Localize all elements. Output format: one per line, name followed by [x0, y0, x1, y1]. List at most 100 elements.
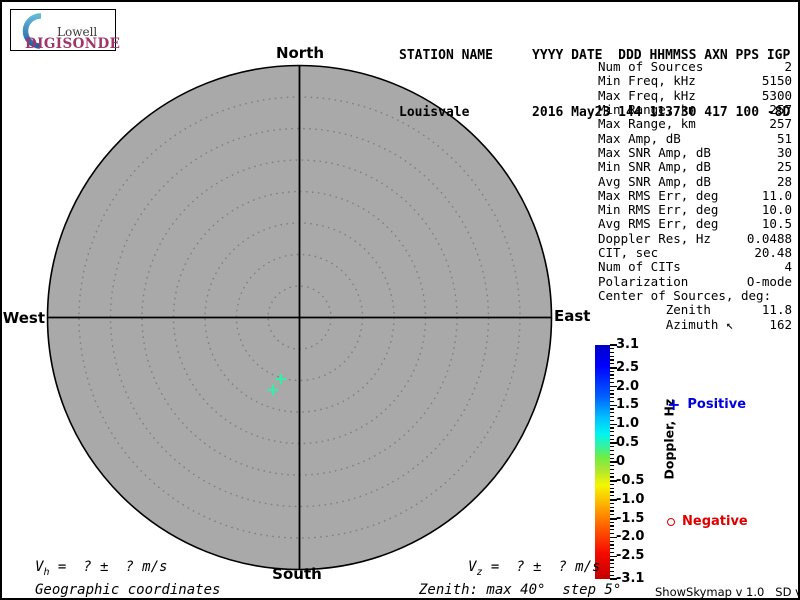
colorbar-label: 0.5 — [616, 435, 640, 451]
colorbar-tick — [610, 453, 614, 455]
colorbar-tick — [610, 389, 614, 391]
colorbar-tick — [610, 566, 614, 569]
compass-east-label: East — [554, 307, 591, 325]
colorbar-tick — [610, 487, 614, 489]
stat-value: 11.0 — [761, 187, 792, 203]
colorbar-tick — [610, 574, 614, 576]
stat-label: Avg RMS Err, deg — [598, 216, 719, 232]
colorbar-tick — [610, 559, 614, 561]
stat-value: 25 — [776, 159, 792, 175]
stat-value: 257 — [769, 116, 792, 132]
colorbar-tick — [610, 382, 614, 384]
colorbar-label: -1.0 — [616, 491, 645, 507]
stat-label: Num of Sources — [598, 59, 704, 74]
app-window: Lowell DIGISONDE STATION NAME YYYY DATE … — [0, 0, 800, 600]
colorbar-tick — [610, 457, 614, 459]
stat-label: Max RMS Err, deg — [598, 187, 719, 203]
stat-row: Min SNR Amp, dB 25 — [598, 159, 792, 175]
stat-row: Max Range, km 257 — [598, 116, 792, 132]
colorbar-tick — [610, 468, 614, 471]
colorbar-tick — [610, 370, 614, 372]
stat-value: 4 — [784, 259, 792, 275]
colorbar-tick — [610, 393, 614, 395]
colorbar-gradient — [595, 345, 610, 579]
stat-value: 5300 — [761, 87, 792, 103]
stat-row: Avg SNR Amp, dB 28 — [598, 173, 792, 189]
stat-label: Max Amp, dB — [598, 130, 681, 146]
lowell-digisonde-logo: Lowell DIGISONDE — [10, 9, 120, 52]
stat-label: Zenith — [598, 302, 711, 318]
colorbar-tick — [610, 438, 614, 440]
colorbar-tick — [610, 408, 614, 410]
stat-label: Center of Sources, deg: — [598, 288, 772, 303]
colorbar-tick — [610, 563, 614, 565]
stat-row: Max SNR Amp, dB 30 — [598, 144, 792, 160]
app-version-text: ShowSkymap v 1.0 SD v 5.1 — [655, 585, 798, 599]
colorbar-tick — [610, 446, 614, 448]
colorbar-tick — [610, 434, 614, 437]
colorbar-label: -1.5 — [616, 510, 645, 526]
colorbar-tick — [610, 540, 614, 542]
compass-north-label: North — [275, 44, 325, 62]
colorbar-labels: 3.1 2.5 2.0 1.5 1.0 0.5 0 -0.5 -1.0 -1.5 -2.0 -2.5-… — [616, 337, 656, 586]
stat-row: Num of CITs 4 — [598, 259, 792, 275]
colorbar-label: -2.0 — [616, 529, 645, 545]
colorbar-tick — [610, 348, 614, 350]
coordinates-note: Geographic coordinates — [35, 582, 221, 598]
stat-label: Max SNR Amp, dB — [598, 144, 711, 160]
colorbar-tick — [610, 416, 614, 418]
legend-positive: + Positive — [667, 394, 747, 414]
colorbar-label: 3.1 — [616, 337, 640, 352]
colorbar-tick — [610, 525, 614, 527]
colorbar-tick — [610, 351, 614, 354]
colorbar-tick — [610, 378, 614, 380]
stat-label: Min RMS Err, deg — [598, 202, 719, 218]
stat-row: Center of Sources, deg: — [598, 288, 792, 303]
logo-digisonde-text: DIGISONDE — [25, 36, 121, 52]
stat-value: 10.0 — [761, 202, 792, 218]
colorbar-label: 1.5 — [616, 397, 640, 413]
colorbar-tick — [610, 548, 614, 550]
colorbar-tick — [610, 495, 614, 497]
stat-row: Polarization O-mode — [598, 273, 792, 289]
stat-value: 0.0488 — [746, 230, 792, 246]
stat-label: Doppler Res, Hz — [598, 230, 711, 246]
colorbar-tick — [610, 533, 614, 535]
colorbar-tick — [610, 419, 614, 421]
plus-marker-icon: + — [667, 394, 681, 414]
stat-row: Max Freq, kHz 5300 — [598, 87, 792, 103]
stat-value: 30 — [776, 144, 792, 160]
colorbar-tick — [610, 529, 614, 531]
stat-row: Doppler Res, Hz 0.0488 — [598, 230, 792, 246]
stat-label: Azimuth ↖ — [598, 316, 734, 332]
colorbar-tick — [610, 449, 614, 452]
stat-row: Max RMS Err, deg 11.0 — [598, 187, 792, 203]
stat-row: Zenith 11.8 — [598, 302, 792, 318]
stat-label: Avg SNR Amp, dB — [598, 173, 711, 189]
stat-label: Min Freq, kHz — [598, 73, 696, 89]
colorbar-label: -0.5 — [616, 472, 645, 488]
colorbar-tick — [610, 374, 614, 376]
stat-label: Max Range, km — [598, 116, 696, 132]
colorbar-tick — [610, 472, 614, 474]
stat-value: 2 — [784, 59, 792, 74]
colorbar-label: 2.0 — [616, 378, 640, 394]
stat-value: 162 — [769, 316, 792, 332]
colorbar-tick — [610, 412, 614, 414]
stat-value: 257 — [769, 101, 792, 117]
stat-label: Min Range, km — [598, 101, 696, 117]
stat-row: Min Freq, kHz 5150 — [598, 73, 792, 89]
colorbar-label: 2.5 — [616, 359, 640, 375]
stat-row: Azimuth ↖ 162 — [598, 316, 792, 332]
horizontal-velocity-readout: Vh = ? ± ? m/s — [35, 559, 168, 578]
colorbar-tick — [610, 510, 614, 512]
stat-label: Polarization — [598, 273, 689, 289]
colorbar-tick — [610, 514, 614, 516]
colorbar-tick — [610, 544, 614, 546]
colorbar-label: 0 — [616, 454, 626, 469]
stat-value: 20.48 — [754, 245, 792, 261]
stat-value: 28 — [776, 173, 792, 189]
legend-positive-label: Positive — [687, 397, 747, 412]
stat-row: Max Amp, dB 51 — [598, 130, 792, 146]
stat-label: Num of CITs — [598, 259, 681, 275]
